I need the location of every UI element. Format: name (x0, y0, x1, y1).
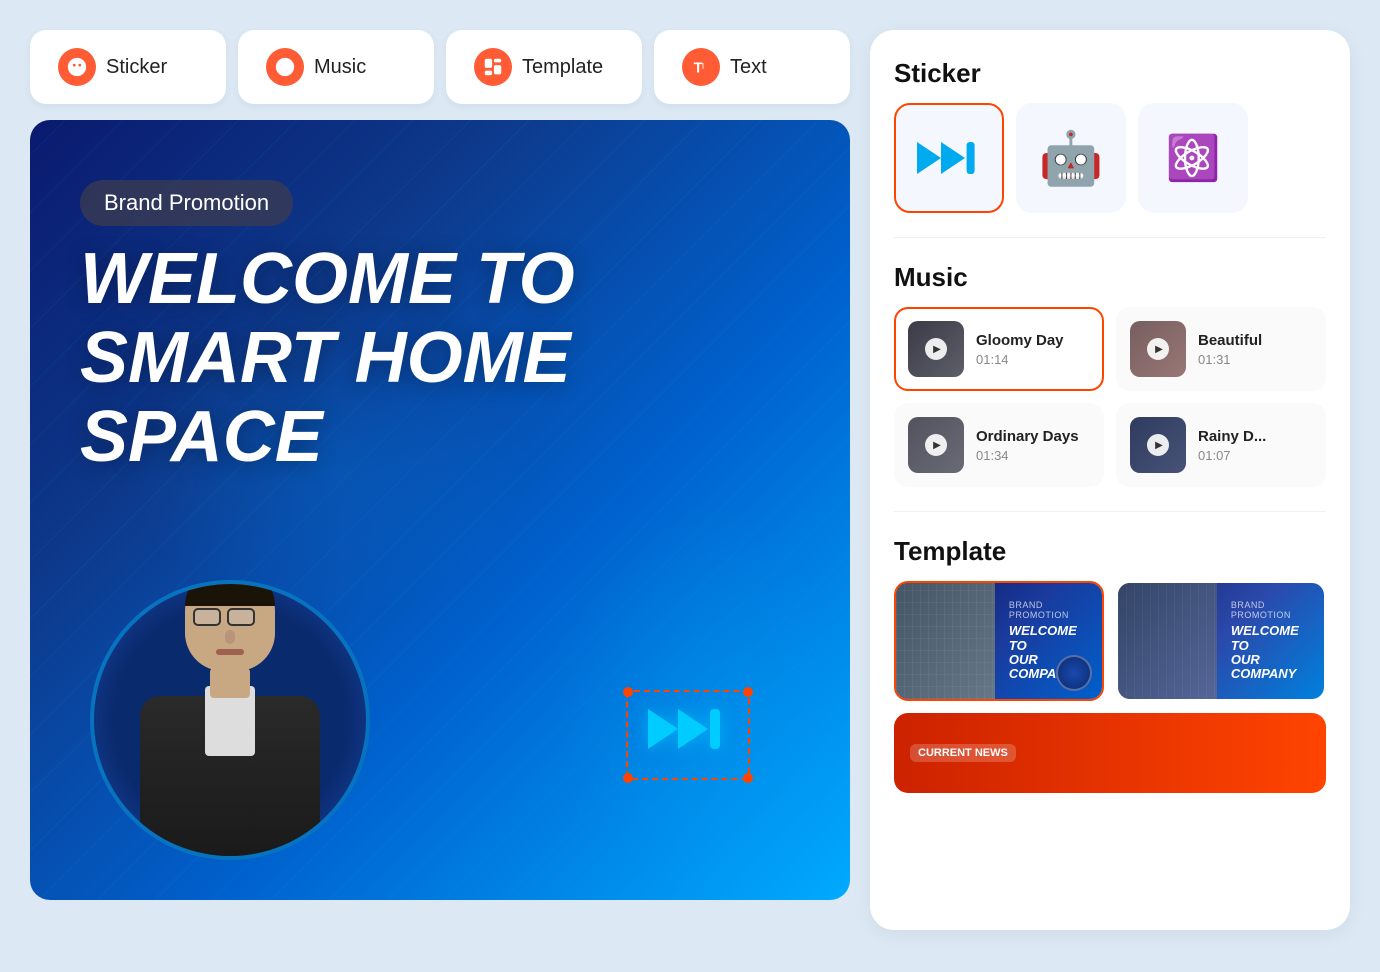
template-item-1[interactable]: Brand Promotion WELCOME TOOUR COMPANY (894, 581, 1104, 701)
play-btn-gloomy[interactable]: ▶ (925, 338, 947, 360)
thumb-overlay-rainy: ▶ (1130, 417, 1186, 473)
template-avatar-small-1 (1056, 655, 1092, 691)
sticker-tab-label: Sticker (106, 56, 167, 79)
thumb-overlay-beautiful: ▶ (1130, 321, 1186, 377)
brand-badge-text: Brand Promotion (104, 190, 269, 215)
resize-handle-bl[interactable] (623, 773, 633, 783)
toolbar: Sticker Music (30, 30, 850, 104)
music-thumb-gloomy: ▶ (908, 321, 964, 377)
atom-emoji: ⚛️ (1166, 132, 1221, 184)
music-tab-icon (266, 48, 304, 86)
template-item-2[interactable]: Brand Promotion WELCOME TOOUR COMPANY (1116, 581, 1326, 701)
hair (185, 580, 275, 606)
music-duration-gloomy: 01:14 (976, 352, 1064, 367)
music-name-beautiful: Beautiful (1198, 332, 1262, 349)
play-btn-beautiful[interactable]: ▶ (1147, 338, 1169, 360)
music-item-gloomy[interactable]: ▶ Gloomy Day 01:14 (894, 307, 1104, 391)
music-thumb-rainy: ▶ (1130, 417, 1186, 473)
robot-emoji: 🤖 (1039, 128, 1104, 189)
template-tab-button[interactable]: Template (446, 30, 642, 104)
template-tab-label: Template (522, 56, 603, 79)
music-info-rainy: Rainy D... 01:07 (1198, 428, 1266, 463)
template-text-2: Brand Promotion WELCOME TOOUR COMPANY (1217, 583, 1324, 699)
resize-handle-br[interactable] (743, 773, 753, 783)
text-tab-button[interactable]: T I Text (654, 30, 850, 104)
left-lens (193, 608, 221, 626)
template-tab-icon (474, 48, 512, 86)
music-tab-button[interactable]: Music (238, 30, 434, 104)
template-section: Template Brand Promotion (894, 536, 1326, 793)
music-info-ordinary: Ordinary Days 01:34 (976, 428, 1079, 463)
resize-handle-tl[interactable] (623, 687, 633, 697)
template-bg-2: Brand Promotion WELCOME TOOUR COMPANY (1118, 583, 1324, 699)
fast-forward-sticker (648, 704, 728, 766)
music-name-rainy: Rainy D... (1198, 428, 1266, 445)
sticker-item-atom[interactable]: ⚛️ (1138, 103, 1248, 213)
music-duration-ordinary: 01:34 (976, 448, 1079, 463)
template-bg-1: Brand Promotion WELCOME TOOUR COMPANY (896, 583, 1102, 699)
svg-text:I: I (702, 62, 704, 71)
music-item-rainy[interactable]: ▶ Rainy D... 01:07 (1116, 403, 1326, 487)
sticker-item-ff[interactable] (894, 103, 1004, 213)
glasses (193, 608, 255, 626)
thumb-overlay-ordinary: ▶ (908, 417, 964, 473)
music-name-ordinary: Ordinary Days (976, 428, 1079, 445)
resize-handle-tr[interactable] (743, 687, 753, 697)
music-grid: ▶ Gloomy Day 01:14 ▶ (894, 307, 1326, 487)
music-item-ordinary[interactable]: ▶ Ordinary Days 01:34 (894, 403, 1104, 487)
music-thumb-ordinary: ▶ (908, 417, 964, 473)
music-duration-rainy: 01:07 (1198, 448, 1266, 463)
sticker-grid: 🤖 ⚛️ (894, 103, 1326, 213)
sticker-section: Sticker 🤖 ⚛️ (894, 58, 1326, 213)
canvas-title-line2: SMART HOME SPACE (80, 318, 571, 477)
sticker-section-title: Sticker (894, 58, 1326, 89)
face (185, 580, 275, 671)
divider-2 (894, 511, 1326, 512)
news-badge: CURRENT NEWS (910, 744, 1016, 762)
person-silhouette (115, 586, 345, 856)
news-template-container: CURRENT NEWS (894, 713, 1326, 793)
right-panel: Sticker 🤖 ⚛️ (870, 30, 1350, 930)
sticker-tab-button[interactable]: Sticker (30, 30, 226, 104)
brand-badge: Brand Promotion (80, 180, 293, 226)
template-building-1 (896, 583, 995, 699)
music-item-beautiful[interactable]: ▶ Beautiful 01:31 (1116, 307, 1326, 391)
canvas-title-line1: WELCOME TO (80, 239, 575, 319)
left-panel: Sticker Music (30, 30, 850, 900)
canvas-area: Brand Promotion WELCOME TO SMART HOME SP… (30, 120, 850, 900)
right-lens (227, 608, 255, 626)
template-badge-1: Brand Promotion (1009, 600, 1092, 620)
template-grid: Brand Promotion WELCOME TOOUR COMPANY (894, 581, 1326, 701)
divider-1 (894, 237, 1326, 238)
nose (225, 630, 235, 644)
selected-sticker-container[interactable] (626, 690, 750, 780)
sticker-tab-icon (58, 48, 96, 86)
music-thumb-beautiful: ▶ (1130, 321, 1186, 377)
canvas-title: WELCOME TO SMART HOME SPACE (80, 240, 800, 478)
template-badge-2: Brand Promotion (1231, 600, 1314, 620)
canvas-avatar (90, 580, 370, 860)
music-section-title: Music (894, 262, 1326, 293)
app-container: Sticker Music (30, 30, 1350, 942)
music-info-beautiful: Beautiful 01:31 (1198, 332, 1262, 367)
text-tab-icon: T I (682, 48, 720, 86)
template-item-news[interactable]: CURRENT NEWS (894, 713, 1326, 793)
neck (210, 668, 250, 698)
mouth (216, 649, 244, 655)
music-info-gloomy: Gloomy Day 01:14 (976, 332, 1064, 367)
music-name-gloomy: Gloomy Day (976, 332, 1064, 349)
music-duration-beautiful: 01:31 (1198, 352, 1262, 367)
text-tab-label: Text (730, 56, 767, 79)
template-headline-2: WELCOME TOOUR COMPANY (1231, 624, 1314, 681)
template-section-title: Template (894, 536, 1326, 567)
music-section: Music ▶ Gloomy Day 01:14 (894, 262, 1326, 487)
music-tab-label: Music (314, 56, 366, 79)
sticker-item-robot[interactable]: 🤖 (1016, 103, 1126, 213)
thumb-overlay: ▶ (908, 321, 964, 377)
play-btn-rainy[interactable]: ▶ (1147, 434, 1169, 456)
avatar-inner (94, 584, 366, 856)
play-btn-ordinary[interactable]: ▶ (925, 434, 947, 456)
template-building-2 (1118, 583, 1217, 699)
